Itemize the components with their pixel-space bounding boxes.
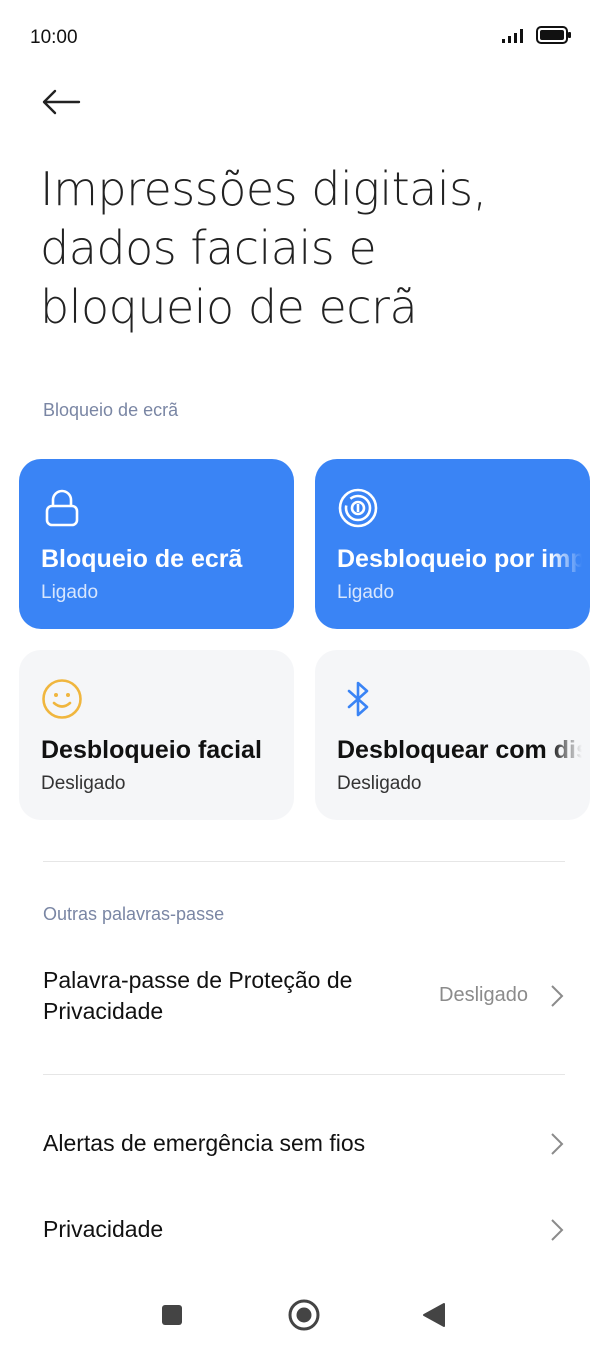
chevron-right-icon	[551, 1219, 564, 1241]
face-icon	[42, 679, 82, 719]
square-icon	[162, 1305, 182, 1325]
chevron-right-icon	[551, 1133, 564, 1155]
row-title-line-1: Palavra-passe de Proteção de	[43, 967, 353, 993]
wireless-emergency-alerts-row[interactable]: Alertas de emergência sem fios	[0, 1112, 608, 1176]
divider	[43, 861, 565, 862]
row-title-line-2: Privacidade	[43, 998, 164, 1024]
navigation-bar	[0, 1270, 608, 1352]
tile-fingerprint-unlock[interactable]: Desbloqueio por impressão digital Ligado	[315, 459, 590, 629]
divider	[43, 1074, 565, 1075]
tile-title-fade	[550, 539, 590, 589]
row-title: Alertas de emergência sem fios	[43, 1130, 366, 1156]
tile-bluetooth-unlock[interactable]: Desbloquear com dispositivo Bluetooth De…	[315, 650, 590, 820]
triangle-left-icon	[423, 1303, 445, 1327]
circle-icon	[288, 1299, 320, 1331]
privacy-password-row[interactable]: Palavra-passe de Proteção de Privacidade…	[0, 955, 608, 1039]
section-label-other-passwords: Outras palavras-passe	[43, 904, 225, 924]
lock-icon	[45, 489, 79, 527]
battery-icon	[536, 26, 571, 44]
status-time: 10:00	[30, 27, 78, 48]
status-bar: 10:00	[0, 0, 608, 76]
recents-button[interactable]	[152, 1295, 192, 1335]
bluetooth-icon	[347, 681, 369, 717]
fingerprint-icon	[338, 488, 378, 528]
tile-title: Bloqueio de ecrã	[41, 545, 243, 573]
tile-face-unlock[interactable]: Desbloqueio facial Desligado	[19, 650, 294, 820]
signal-icon	[502, 29, 523, 43]
status-icons	[502, 26, 572, 44]
tile-title-fade	[550, 730, 590, 780]
tile-status: Desligado	[41, 773, 126, 794]
tile-status: Desligado	[337, 773, 422, 794]
section-label-screen-lock: Bloqueio de ecrã	[43, 400, 179, 420]
back-nav-button[interactable]	[414, 1295, 454, 1335]
row-title: Privacidade	[43, 1216, 164, 1242]
arrow-left-icon	[42, 89, 81, 115]
home-button[interactable]	[284, 1295, 324, 1335]
tile-screen-lock[interactable]: Bloqueio de ecrã Ligado	[19, 459, 294, 629]
chevron-right-icon	[551, 985, 564, 1007]
tile-status: Ligado	[41, 582, 99, 603]
privacy-row[interactable]: Privacidade	[0, 1198, 608, 1262]
row-value: Desligado	[439, 984, 528, 1006]
tile-status: Ligado	[337, 582, 395, 603]
page-title: Impressões digitais, dados faciais e blo…	[40, 162, 487, 334]
tile-title: Desbloqueio facial	[41, 736, 262, 764]
back-button[interactable]	[36, 80, 86, 124]
